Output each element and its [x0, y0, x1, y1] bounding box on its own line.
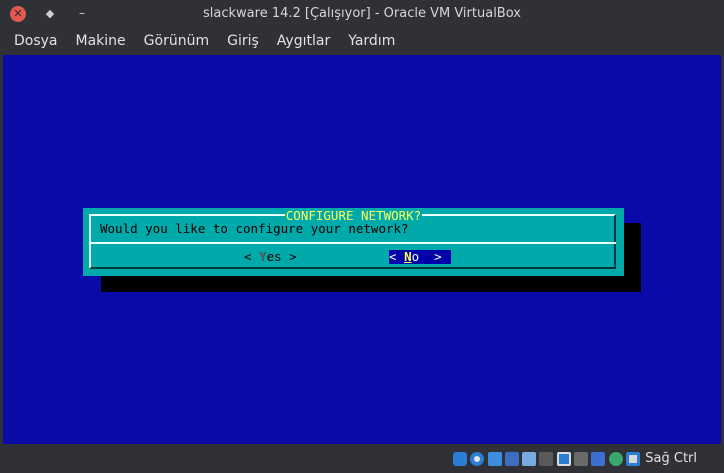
menu-giris[interactable]: Giriş — [218, 29, 268, 54]
mouse-integration-icon[interactable] — [608, 451, 623, 466]
no-button-rest: o — [411, 249, 420, 264]
menu-makine[interactable]: Makine — [67, 29, 135, 54]
status-bar: Sağ Ctrl — [0, 444, 724, 473]
no-button-left: < — [389, 249, 405, 264]
yes-button-left: < — [244, 249, 260, 264]
yes-button-hotkey: Y — [259, 249, 267, 264]
display-icon[interactable] — [556, 451, 571, 466]
network-icon[interactable] — [504, 451, 519, 466]
no-button-hotkey: N — [404, 249, 412, 264]
window-titlebar: ✕ ◆ – slackware 14.2 [Çalışıyor] - Oracl… — [0, 0, 724, 29]
menu-bar: Dosya Makine Görünüm Giriş Aygıtlar Yard… — [0, 29, 724, 54]
yes-button-right: > — [281, 249, 297, 264]
virtualization-icon[interactable] — [591, 451, 606, 466]
window-title: slackware 14.2 [Çalışıyor] - Oracle VM V… — [203, 6, 521, 21]
menu-dosya[interactable]: Dosya — [0, 29, 67, 54]
dialog-separator — [89, 242, 616, 244]
usb-icon[interactable] — [522, 451, 537, 466]
no-button-right: > — [419, 249, 442, 264]
yes-button[interactable]: < Yes > — [244, 250, 297, 264]
host-key-label: Sağ Ctrl — [645, 451, 697, 466]
status-tray: Sağ Ctrl — [453, 444, 724, 473]
audio-icon[interactable] — [487, 451, 502, 466]
keyboard-icon[interactable] — [625, 451, 640, 466]
menu-gorunum[interactable]: Görünüm — [135, 29, 218, 54]
no-button[interactable]: < No > — [389, 250, 451, 264]
hard-disk-icon[interactable] — [453, 451, 467, 466]
optical-drive-icon[interactable] — [470, 451, 485, 466]
shared-folders-icon[interactable] — [539, 451, 554, 466]
dialog-message: Would you like to configure your network… — [100, 221, 409, 236]
menu-yardim[interactable]: Yardım — [339, 29, 404, 54]
recording-icon[interactable] — [574, 451, 589, 466]
configure-network-dialog: CONFIGURE NETWORK? Would you like to con… — [83, 208, 624, 276]
yes-button-rest: es — [266, 249, 282, 264]
menu-aygitlar[interactable]: Aygıtlar — [268, 29, 339, 54]
